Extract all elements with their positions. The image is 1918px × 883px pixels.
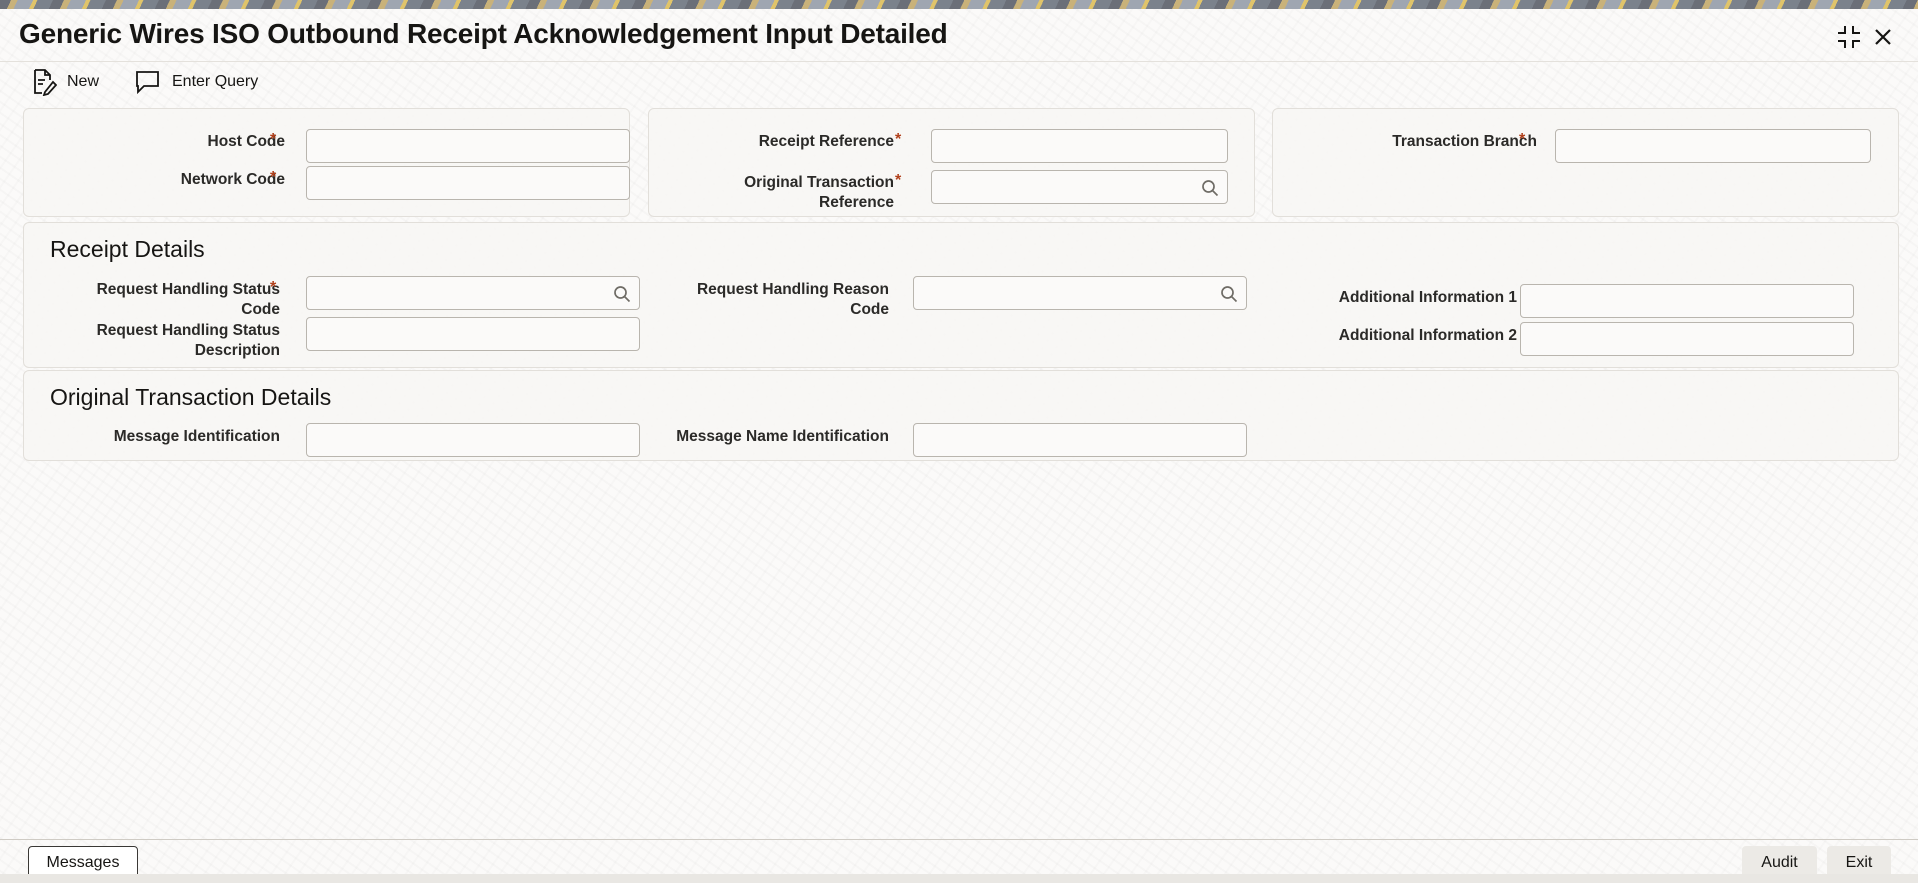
transaction-branch-input[interactable] — [1555, 129, 1871, 163]
reason-code-label-line2: Code — [850, 301, 889, 318]
receipt-details-title: Receipt Details — [50, 236, 205, 262]
enter-query-icon — [136, 71, 159, 95]
reason-code-input[interactable] — [913, 276, 1247, 310]
addl-info-1-label: Additional Information 1 — [1338, 289, 1517, 306]
form-window: Generic Wires ISO Outbound Receipt Ackno… — [0, 9, 1918, 883]
receipt-details-panel: Receipt Details Request Handling Status … — [23, 222, 1899, 368]
new-document-icon — [34, 69, 57, 96]
host-code-input[interactable] — [306, 129, 630, 163]
close-button[interactable] — [1868, 22, 1898, 52]
message-id-input[interactable] — [306, 423, 640, 457]
required-marker: * — [1519, 131, 1526, 148]
status-bar — [0, 874, 1918, 883]
required-marker: * — [270, 169, 277, 186]
original-txn-details-title: Original Transaction Details — [50, 384, 332, 410]
page-title: Generic Wires ISO Outbound Receipt Ackno… — [19, 18, 948, 49]
original-txn-details-panel: Original Transaction Details Message Ide… — [23, 370, 1899, 461]
status-desc-label-line2: Description — [194, 342, 280, 359]
new-label: New — [67, 73, 100, 90]
title-separator — [0, 61, 1918, 62]
footer-separator — [0, 839, 1918, 840]
receipt-reference-label: Receipt Reference — [758, 133, 894, 150]
new-button[interactable]: New — [31, 67, 99, 97]
enter-query-button[interactable]: Enter Query — [134, 67, 258, 97]
addl-info-2-label: Additional Information 2 — [1338, 327, 1517, 344]
enter-query-label: Enter Query — [172, 73, 259, 90]
search-icon[interactable] — [1220, 285, 1238, 303]
required-marker: * — [270, 131, 277, 148]
header-panel-left: Host Code * Network Code * — [23, 108, 630, 217]
message-id-label: Message Identification — [113, 428, 280, 445]
status-desc-input[interactable] — [306, 317, 640, 351]
status-code-label-line2: Code — [241, 301, 280, 318]
required-marker: * — [270, 279, 277, 296]
required-marker: * — [895, 131, 902, 148]
status-desc-label-line1: Request Handling Status — [96, 322, 280, 339]
search-icon[interactable] — [1201, 179, 1219, 197]
addl-info-2-input[interactable] — [1520, 322, 1854, 356]
search-icon[interactable] — [613, 285, 631, 303]
status-code-input[interactable] — [306, 276, 640, 310]
transaction-branch-label: Transaction Branch — [1392, 133, 1537, 150]
header-panel-middle: Receipt Reference * Original Transaction… — [648, 108, 1255, 217]
original-txn-ref-input[interactable] — [931, 170, 1228, 204]
message-name-id-label: Message Name Identification — [676, 428, 889, 445]
top-banner — [0, 0, 1918, 9]
network-code-input[interactable] — [306, 166, 630, 200]
original-txn-ref-label-line1: Original Transaction — [744, 174, 894, 191]
original-txn-ref-label-line2: Reference — [819, 194, 894, 211]
addl-info-1-input[interactable] — [1520, 284, 1854, 318]
message-name-id-input[interactable] — [913, 423, 1247, 457]
required-marker: * — [895, 172, 902, 189]
header-panel-right: Transaction Branch * — [1272, 108, 1899, 217]
status-code-label-line1: Request Handling Status — [96, 281, 280, 298]
close-icon — [1875, 29, 1891, 45]
maximize-button[interactable] — [1834, 22, 1864, 52]
maximize-icon — [1838, 26, 1860, 48]
reason-code-label-line1: Request Handling Reason — [696, 281, 889, 298]
receipt-reference-input[interactable] — [931, 129, 1228, 163]
